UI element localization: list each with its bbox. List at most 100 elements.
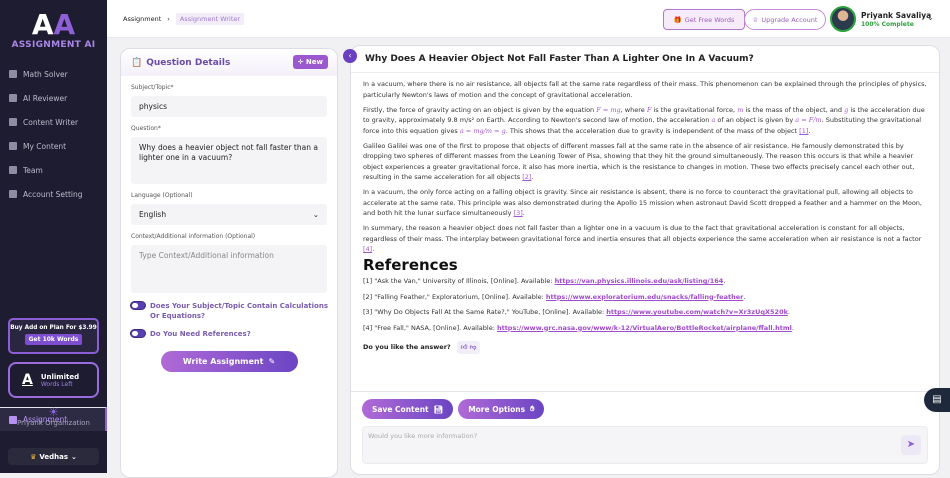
chevron-right-icon: › xyxy=(167,15,170,23)
answer-paragraph: In summary, the reason a heavier object … xyxy=(363,223,927,255)
sidebar-item-label: AI Reviewer xyxy=(23,93,68,103)
upgrade-account-button[interactable]: ♕ Upgrade Account xyxy=(744,9,826,30)
thumbs-up-icon[interactable]: 👍︎ xyxy=(461,343,468,351)
more-label: More Options xyxy=(468,404,526,414)
subject-input[interactable]: physics xyxy=(131,96,327,117)
answer-body: In a vacuum, where there is no air resis… xyxy=(351,73,939,354)
reference-link[interactable]: https://www.grc.nasa.gov/www/k-12/Virtua… xyxy=(497,324,792,332)
sidebar-item-label: Content Writer xyxy=(23,117,79,127)
text-segment: In a vacuum, the only force acting on a … xyxy=(363,188,922,217)
send-icon[interactable]: ➤ xyxy=(901,435,921,455)
text-segment: , where xyxy=(620,105,647,114)
profile-completion: 100% Complete xyxy=(861,21,914,28)
collapse-panel-button[interactable]: ‹ xyxy=(343,49,357,63)
sidebar-item-label: Team xyxy=(23,165,43,175)
new-button[interactable]: ✛ New xyxy=(292,55,328,69)
gift-icon: 🎁 xyxy=(673,15,682,24)
get-free-words-button[interactable]: 🎁 Get Free Words xyxy=(663,9,745,30)
reference-item: [4] "Free Fall," NASA, [Online]. Availab… xyxy=(363,323,794,332)
sidebar-item-account-setting[interactable]: Account Setting xyxy=(0,182,107,206)
logo[interactable]: AA ASSIGNMENT AI xyxy=(0,10,107,51)
answer-paragraph: In a vacuum, where there is no air resis… xyxy=(363,79,927,100)
breadcrumb-assignment[interactable]: Assignment xyxy=(123,15,161,23)
text-segment: Firstly, the force of gravity acting on … xyxy=(363,105,597,114)
save-content-button[interactable]: Save Content 💾︎ xyxy=(362,399,454,419)
question-textarea[interactable]: Why does a heavier object not fall faste… xyxy=(131,137,327,184)
organization[interactable]: ☀ Priyank Organization xyxy=(0,405,107,427)
text-segment: In summary, the reason a heavier object … xyxy=(363,224,922,243)
save-label: Save Content xyxy=(372,404,429,414)
org-name: Priyank Organization xyxy=(17,419,90,427)
reference-link[interactable]: https://van.physics.illinois.edu/ask/lis… xyxy=(555,277,724,285)
text-segment: is the gravitational force, xyxy=(651,105,738,114)
workspace-switcher[interactable]: ♛ Vedhas ⌄ xyxy=(8,448,99,465)
references-toggle[interactable] xyxy=(130,329,146,338)
citation-link[interactable]: [3] xyxy=(514,209,523,217)
nav-icon xyxy=(9,94,17,102)
answer-paragraph: Galileo Galilei was one of the first to … xyxy=(363,141,927,183)
reference-link[interactable]: https://www.exploratorium.edu/snacks/fal… xyxy=(546,293,743,301)
answer-panel: Why Does A Heavier Object Not Fall Faste… xyxy=(350,45,940,475)
language-select[interactable]: English ⌄ xyxy=(131,204,327,225)
sunrise-icon: ☀ xyxy=(48,405,59,419)
top-bar: Assignment › Assignment Writer 🎁 Get Free… xyxy=(107,0,950,38)
upgrade-label: Upgrade Account xyxy=(761,15,818,24)
sidebar-item-label: My Content xyxy=(23,141,67,151)
sidebar-item-team[interactable]: Team xyxy=(0,158,107,182)
context-textarea[interactable]: Type Context/Additional information xyxy=(131,245,327,293)
reference-text: [1] "Ask the Van," University of Illinoi… xyxy=(363,277,555,285)
free-words-label: Get Free Words xyxy=(684,15,735,24)
text-segment: . xyxy=(808,126,811,135)
language-label: Language (Optional) xyxy=(131,192,193,199)
breadcrumb-current: Assignment Writer xyxy=(175,13,245,25)
avatar[interactable] xyxy=(830,6,856,32)
breadcrumb: Assignment › Assignment Writer xyxy=(123,13,245,25)
text-segment: . xyxy=(522,209,525,217)
sidebar-item-content-writer[interactable]: Content Writer xyxy=(0,110,107,134)
sidebar-item-math-solver[interactable]: Math Solver xyxy=(0,62,107,86)
language-value: English xyxy=(139,210,167,219)
like-prompt: Do you like the answer? xyxy=(363,343,451,351)
calculations-toggle[interactable] xyxy=(130,301,146,310)
user-name[interactable]: Priyank Savaliya xyxy=(861,11,931,20)
sidebar-nav: Assignment Math Solver AI Reviewer Content … xyxy=(0,62,107,431)
chevron-down-icon: ⌄ xyxy=(312,210,319,219)
reference-text: [2] "Falling Feather," Exploratorium, [O… xyxy=(363,292,546,301)
citation-link[interactable]: [1] xyxy=(799,127,808,135)
get-words-button[interactable]: Get 10k Words xyxy=(24,334,83,345)
nav-icon xyxy=(9,118,17,126)
math-expression: a = F/m xyxy=(795,116,822,124)
more-options-button[interactable]: More Options ✋︎ xyxy=(458,399,545,419)
text-segment: is the mass of the object, and xyxy=(743,105,845,114)
references-heading: References xyxy=(363,255,458,274)
chat-feedback-icon[interactable]: ▤ xyxy=(924,388,950,412)
reference-item: [1] "Ask the Van," University of Illinoi… xyxy=(363,277,726,285)
reference-link[interactable]: https://www.youtube.com/watch?v=Xr3zUqX5… xyxy=(606,308,788,316)
thumbs-down-icon[interactable]: 👎︎ xyxy=(470,343,477,351)
text-segment: Galileo Galilei was one of the first to … xyxy=(363,141,915,182)
sidebar-item-label: Account Setting xyxy=(23,189,83,199)
chevron-down-icon: ⌄ xyxy=(71,452,77,461)
question-label: Question* xyxy=(131,125,161,132)
question-details-panel: 📋 Question Details ✛ New Subject/Topic* … xyxy=(120,48,338,478)
save-icon: 💾︎ xyxy=(433,404,444,414)
text-segment: . xyxy=(531,173,534,181)
addon-promo[interactable]: Buy Add on Plan For $3.99 Get 10k Words xyxy=(8,318,99,354)
crown-icon: ♛ xyxy=(30,452,37,461)
citation-link[interactable]: [4] xyxy=(363,245,372,253)
references-toggle-row: Do You Need References? xyxy=(130,329,337,339)
nav-icon xyxy=(9,190,17,198)
chat-input[interactable]: Would you like more information? ➤ xyxy=(362,426,928,464)
context-label: Context/Additional information (Optional… xyxy=(131,233,256,240)
sidebar-item-my-content[interactable]: My Content xyxy=(0,134,107,158)
reference-item: [2] "Falling Feather," Exploratorium, [O… xyxy=(363,292,746,301)
clipboard-icon: 📋 xyxy=(131,57,143,68)
sidebar-item-ai-reviewer[interactable]: AI Reviewer xyxy=(0,86,107,110)
calculations-toggle-row: Does Your Subject/Topic Contain Calculat… xyxy=(130,301,337,321)
workspace-name: Vedhas xyxy=(39,452,69,461)
nav-icon xyxy=(9,166,17,174)
math-expression: a = mg/m = g xyxy=(459,126,506,135)
write-assignment-button[interactable]: Write Assignment ✎ xyxy=(160,351,298,372)
reference-text: [4] "Free Fall," NASA, [Online]. Availab… xyxy=(363,323,497,332)
chevron-down-icon[interactable]: ⌄ xyxy=(927,13,934,22)
